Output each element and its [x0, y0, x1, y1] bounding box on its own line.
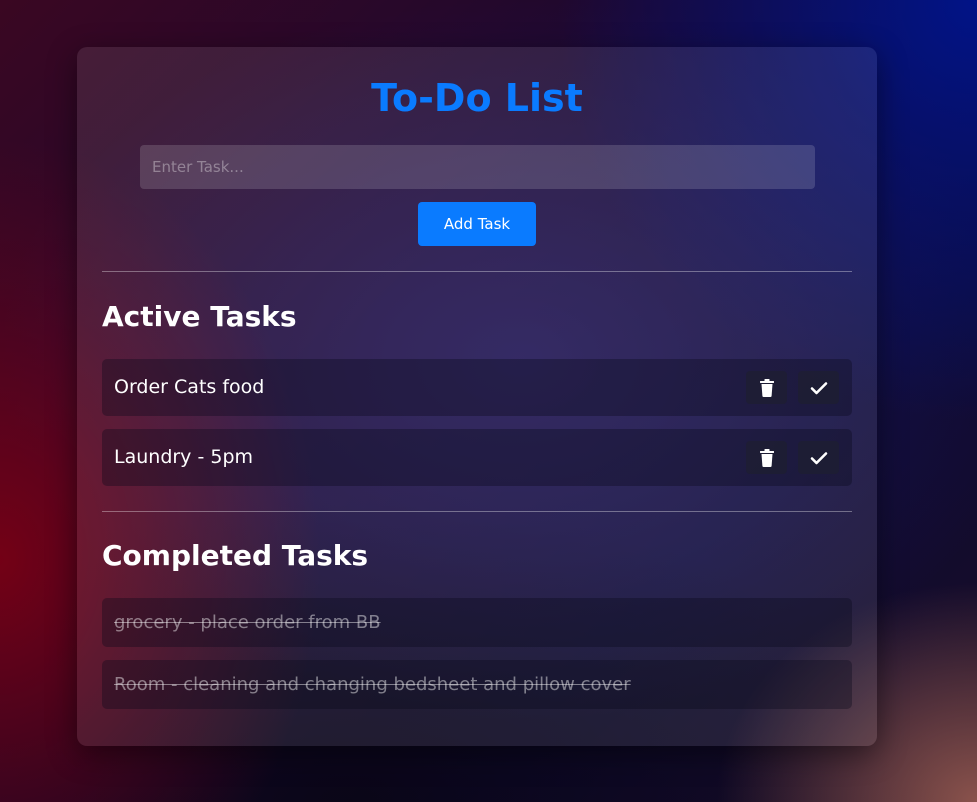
- page-title: To-Do List: [371, 76, 583, 120]
- check-icon: [810, 381, 827, 394]
- task-label: Laundry - 5pm: [114, 446, 254, 468]
- task-input[interactable]: [140, 145, 815, 189]
- active-task-item: Order Cats food: [102, 359, 852, 416]
- check-icon: [810, 451, 827, 464]
- delete-task-button[interactable]: [746, 371, 787, 404]
- completed-task-item[interactable]: Room - cleaning and changing bedsheet an…: [102, 660, 852, 709]
- task-label: Room - cleaning and changing bedsheet an…: [114, 674, 631, 695]
- active-tasks-heading: Active Tasks: [102, 300, 297, 333]
- add-task-button[interactable]: Add Task: [418, 202, 536, 246]
- divider: [102, 511, 852, 512]
- delete-task-button[interactable]: [746, 441, 787, 474]
- completed-task-item[interactable]: grocery - place order from BB: [102, 598, 852, 647]
- trash-icon: [759, 448, 774, 467]
- completed-tasks-heading: Completed Tasks: [102, 539, 369, 572]
- complete-task-button[interactable]: [798, 441, 839, 474]
- task-label: grocery - place order from BB: [114, 612, 381, 633]
- complete-task-button[interactable]: [798, 371, 839, 404]
- todo-card: To-Do List Add Task Active Tasks Order C…: [77, 47, 877, 746]
- divider: [102, 271, 852, 272]
- task-label: Order Cats food: [114, 376, 265, 398]
- trash-icon: [759, 378, 774, 397]
- active-task-item: Laundry - 5pm: [102, 429, 852, 486]
